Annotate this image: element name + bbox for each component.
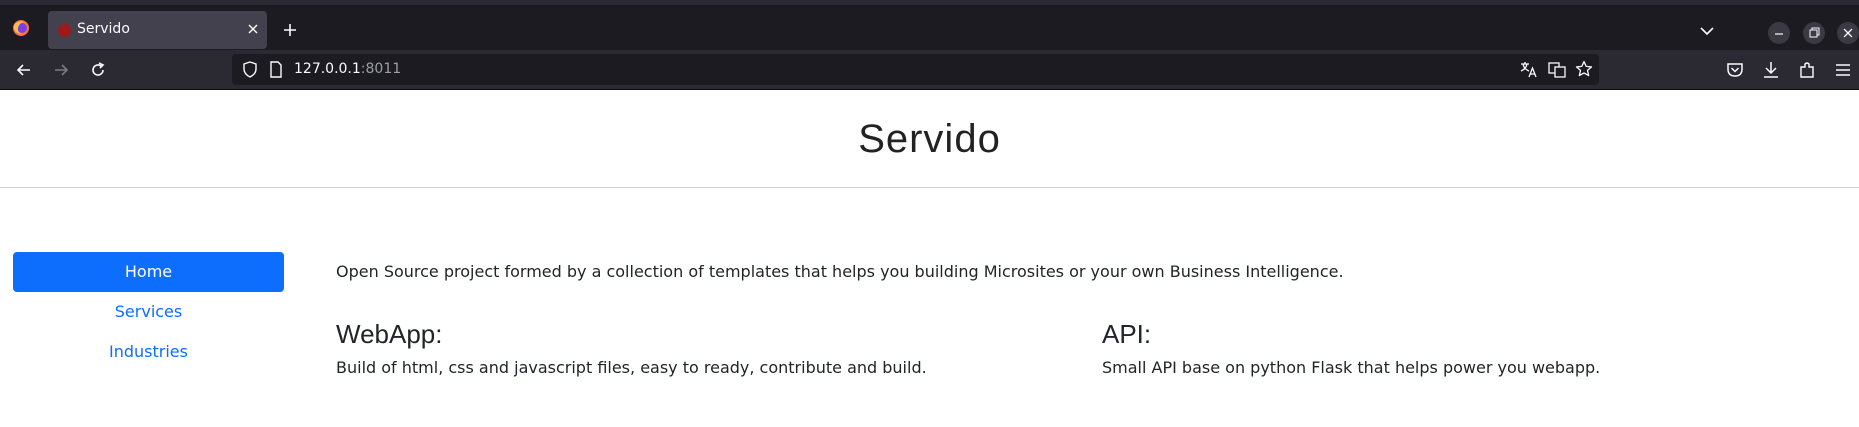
chevron-down-icon[interactable] <box>1699 25 1715 37</box>
section-heading: WebApp: <box>336 319 443 349</box>
minimize-button[interactable] <box>1768 22 1790 44</box>
tab-strip: Servido <box>0 0 1859 50</box>
sidebar-item-industries[interactable]: Industries <box>13 332 284 372</box>
webapp-section: WebApp: Build of html, css and javascrip… <box>336 315 927 381</box>
sidebar-item-services[interactable]: Services <box>13 292 284 332</box>
intro-text: Open Source project formed by a collecti… <box>336 262 1344 281</box>
page-icon[interactable] <box>269 61 283 78</box>
url-port: :8011 <box>360 61 402 77</box>
download-icon[interactable] <box>1762 61 1780 79</box>
restore-icon <box>1809 27 1820 38</box>
firefox-logo-icon[interactable] <box>12 19 30 37</box>
sidebar-item-home[interactable]: Home <box>13 252 284 292</box>
hamburger-menu-icon[interactable] <box>1834 61 1852 79</box>
restore-button[interactable] <box>1803 22 1825 44</box>
sidebar-nav: Home Services Industries <box>13 252 284 372</box>
close-tab-icon[interactable] <box>246 22 260 36</box>
site-header: Servido <box>0 91 1859 188</box>
new-tab-icon[interactable] <box>282 22 298 38</box>
close-icon <box>1843 28 1853 38</box>
favicon-icon <box>58 24 71 37</box>
tab-servido[interactable]: Servido <box>48 11 267 49</box>
forward-arrow-icon[interactable] <box>52 61 70 79</box>
section-text: Small API base on python Flask that help… <box>1102 358 1601 377</box>
url-host: 127.0.0.1 <box>294 61 361 77</box>
api-section: API: Small API base on python Flask that… <box>1102 315 1600 381</box>
minimize-icon <box>1775 33 1783 35</box>
bookmark-star-icon[interactable] <box>1575 60 1593 78</box>
url-text[interactable]: 127.0.0.1:8011 <box>294 61 401 77</box>
web-page: Servido Home Services Industries Open So… <box>0 91 1859 427</box>
translate-icon[interactable] <box>1520 61 1538 78</box>
back-arrow-icon[interactable] <box>15 61 33 79</box>
close-window-button[interactable] <box>1837 22 1859 44</box>
reader-translate-icon[interactable] <box>1548 61 1566 78</box>
pocket-icon[interactable] <box>1726 61 1744 79</box>
reload-icon[interactable] <box>89 61 107 79</box>
site-title: Servido <box>858 116 1001 161</box>
shield-icon[interactable] <box>242 61 258 78</box>
navigation-toolbar: 127.0.0.1:8011 <box>0 50 1859 90</box>
tab-title: Servido <box>77 21 130 37</box>
section-text: Build of html, css and javascript files,… <box>336 358 927 377</box>
extensions-icon[interactable] <box>1798 61 1816 79</box>
url-bar[interactable]: 127.0.0.1:8011 <box>232 54 1599 85</box>
section-heading: API: <box>1102 319 1152 349</box>
